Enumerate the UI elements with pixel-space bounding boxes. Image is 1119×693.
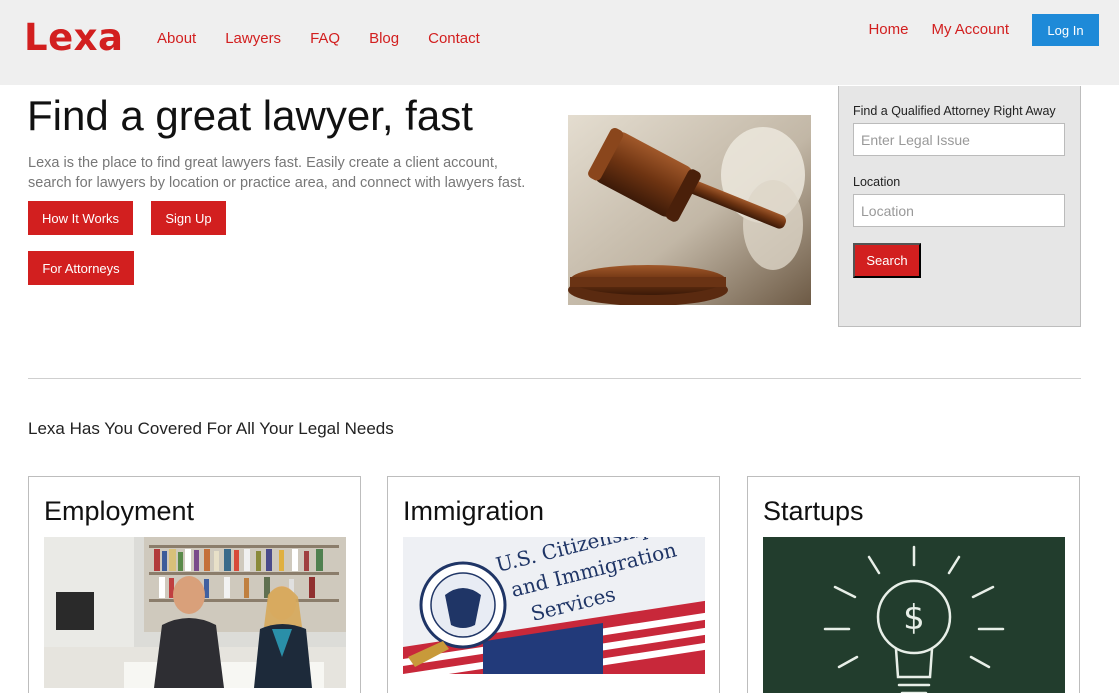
section-title: Lexa Has You Covered For All Your Legal … xyxy=(28,419,394,438)
legal-issue-label: Find a Qualified Attorney Right Away xyxy=(853,104,1056,118)
card-title: Immigration xyxy=(403,496,545,526)
sign-up-button[interactable]: Sign Up xyxy=(151,201,226,235)
legal-issue-input[interactable] xyxy=(853,123,1065,156)
for-attorneys-button[interactable]: For Attorneys xyxy=(28,251,134,285)
card-employment[interactable]: Employment xyxy=(28,476,361,693)
nav-contact[interactable]: Contact xyxy=(428,30,480,48)
nav-home[interactable]: Home xyxy=(868,14,908,46)
gavel-image xyxy=(568,115,811,305)
logo[interactable]: Lexa xyxy=(24,18,124,58)
card-startups[interactable]: Startups $ xyxy=(747,476,1080,693)
hero-description: Lexa is the place to find great lawyers … xyxy=(28,155,526,191)
nav-my-account[interactable]: My Account xyxy=(931,14,1009,46)
card-title: Employment xyxy=(44,496,195,526)
hero-title: Find a great lawyer, fast xyxy=(27,92,473,139)
site-header: Lexa About Lawyers FAQ Blog Contact Home… xyxy=(0,0,1119,85)
startups-image: $ xyxy=(763,537,1065,693)
nav-about[interactable]: About xyxy=(157,30,196,48)
gavel-illustration xyxy=(568,115,811,305)
section-divider xyxy=(28,378,1081,379)
location-label: Location xyxy=(853,175,901,189)
nav-blog[interactable]: Blog xyxy=(369,30,399,48)
card-immigration[interactable]: Immigration U.S. Citizenship and Immigra… xyxy=(387,476,720,693)
search-button[interactable]: Search xyxy=(853,243,921,278)
nav-lawyers[interactable]: Lawyers xyxy=(225,30,281,48)
attorney-search-panel: Find a Qualified Attorney Right Away Loc… xyxy=(838,86,1081,327)
how-it-works-button[interactable]: How It Works xyxy=(28,201,133,235)
office-meeting-illustration xyxy=(44,537,346,688)
uscis-document-illustration: U.S. Citizenship and Immigration Service… xyxy=(403,537,705,674)
lightbulb-idea-illustration: $ xyxy=(763,537,1065,693)
location-input[interactable] xyxy=(853,194,1065,227)
card-title: Startups xyxy=(763,496,864,526)
account-nav: Home My Account Log In xyxy=(868,14,1099,46)
dollar-icon: $ xyxy=(903,598,925,638)
nav-faq[interactable]: FAQ xyxy=(310,30,340,48)
immigration-image: U.S. Citizenship and Immigration Service… xyxy=(403,537,705,674)
login-button[interactable]: Log In xyxy=(1032,14,1099,46)
employment-image xyxy=(44,537,346,688)
primary-nav: About Lawyers FAQ Blog Contact xyxy=(157,30,509,48)
